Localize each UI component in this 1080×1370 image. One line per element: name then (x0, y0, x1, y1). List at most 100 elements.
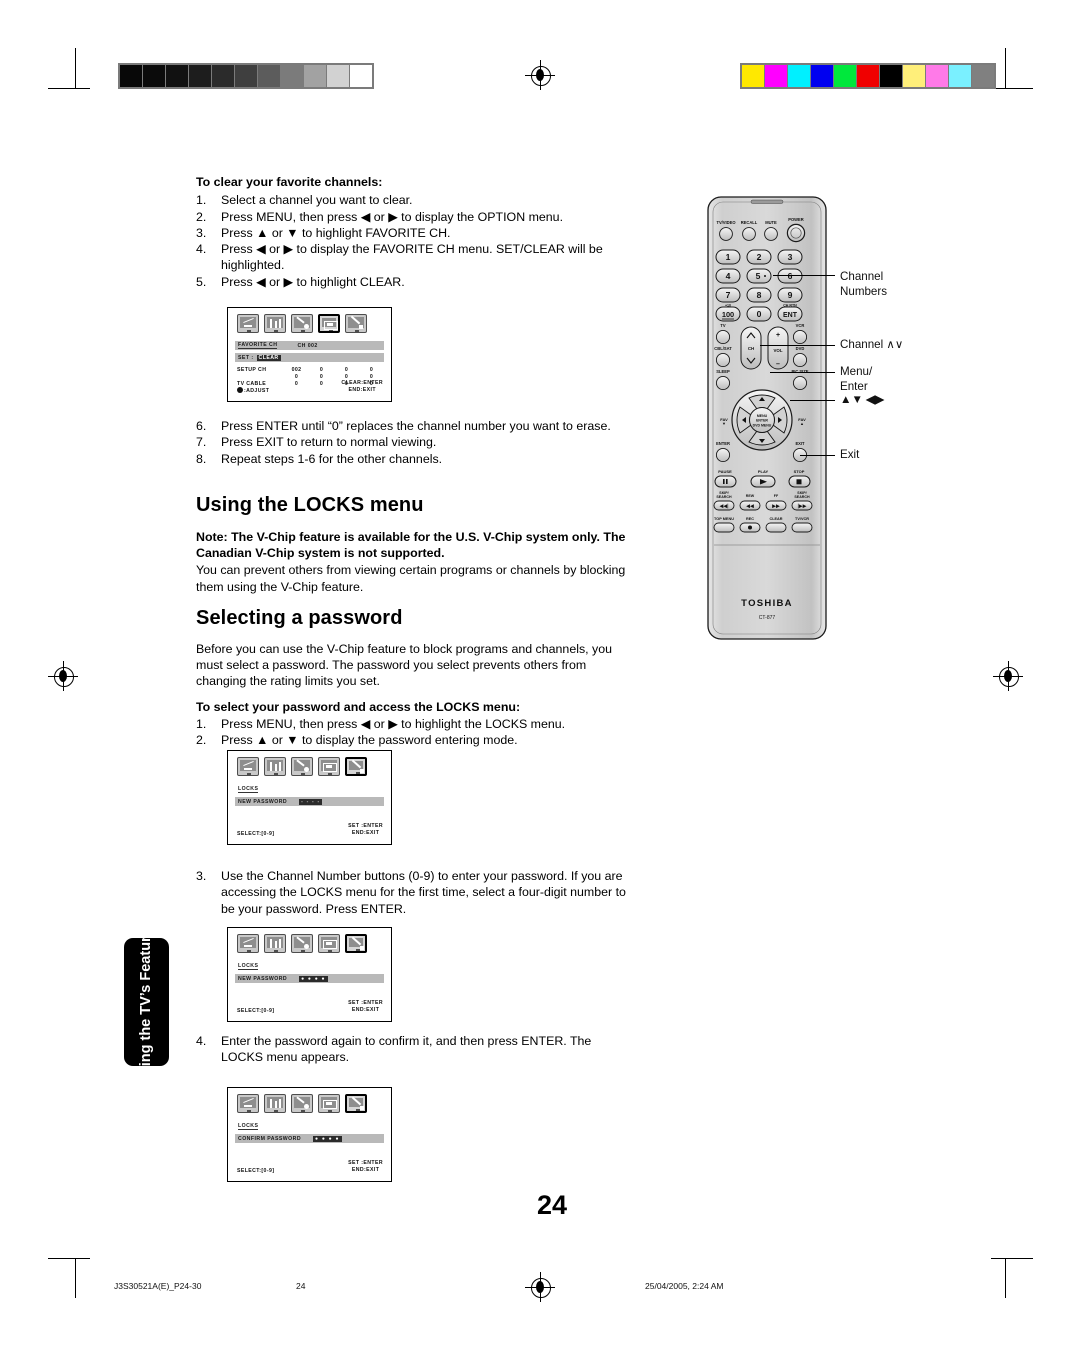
step-text: Press MENU, then press ◀ or ▶ to highlig… (221, 716, 566, 731)
step-number: 2. (196, 733, 207, 748)
svg-text:100: 100 (722, 310, 734, 319)
svg-text:RECALL: RECALL (741, 220, 758, 225)
osd-locks-confirm-password: LOCKS CONFIRM PASSWORD ● ● ● ● SELECT:[0… (227, 1087, 392, 1182)
picture-menu-icon[interactable] (237, 1094, 259, 1113)
step-number: 3. (196, 225, 207, 240)
osd-grid-label: SETUP CH (237, 367, 267, 373)
audio-menu-icon[interactable] (264, 934, 286, 953)
osd-hint-end: END:EXIT (351, 830, 380, 836)
password-step4: 4. Enter the password again to confirm it… (196, 1033, 626, 1066)
calibration-swatch (235, 65, 257, 87)
osd-title: LOCKS (238, 786, 259, 793)
svg-text:5: 5 (756, 271, 761, 281)
svg-text:CLEAR: CLEAR (769, 517, 782, 521)
picture-menu-icon[interactable] (237, 934, 259, 953)
osd-channel-tag: CH 002 (297, 342, 318, 349)
footer-page: 24 (296, 1281, 306, 1291)
svg-text:1: 1 (726, 252, 731, 262)
locks-section: Using the LOCKS menu Note: The V-Chip fe… (196, 494, 626, 595)
remote-brand: TOSHIBA (741, 598, 793, 609)
svg-text:STOP: STOP (794, 469, 805, 474)
setup-menu-icon[interactable] (291, 757, 313, 776)
calibration-swatch (327, 65, 349, 87)
osd-icon-row (228, 1088, 391, 1113)
svg-text:–: – (776, 361, 780, 368)
option-menu-icon[interactable] (318, 314, 340, 333)
callout-exit: Exit (840, 448, 860, 461)
svg-text:POWER: POWER (788, 217, 804, 222)
osd-hint-set: SET :ENTER (348, 823, 383, 829)
adjust-dot-icon (237, 387, 243, 393)
osd-select-hint: SELECT:[0-9] (237, 1008, 275, 1014)
calibration-swatch (880, 65, 902, 87)
crop-mark-tr-v (1005, 48, 1006, 88)
step-number: 2. (196, 209, 207, 224)
option-menu-icon[interactable] (318, 934, 340, 953)
setup-menu-icon[interactable] (291, 934, 313, 953)
picture-menu-icon[interactable] (237, 314, 259, 333)
color-calibration-bar (740, 63, 996, 89)
audio-menu-icon[interactable] (264, 1094, 286, 1113)
password-step4-block: 4. Enter the password again to confirm it… (196, 1033, 626, 1066)
calibration-swatch (350, 65, 372, 87)
locks-heading: Using the LOCKS menu (196, 494, 424, 516)
password-subheading: To select your password and access the L… (196, 699, 521, 714)
locks-menu-icon[interactable] (345, 757, 367, 776)
step-number: 3. (196, 869, 207, 883)
calibration-swatch (903, 65, 925, 87)
audio-menu-icon[interactable] (264, 314, 286, 333)
osd-password-field[interactable]: ● ● ● ● (299, 975, 328, 982)
osd-password-field[interactable]: - - - - (299, 798, 323, 805)
osd-grid-value: 0 (319, 367, 324, 373)
osd-favorite-ch: FAVORITE CH CH 002 SET : CLEAR SETUP CH 0… (227, 307, 392, 402)
remote-control-illustration: TV/VIDEO RECALL MUTE POWER 1 2 3 4 5 6 7 8 9 100… (704, 193, 830, 643)
osd-set-value[interactable]: CLEAR (256, 354, 281, 361)
osd-field-label: NEW PASSWORD (238, 975, 288, 982)
crop-mark-bl-v (75, 1258, 76, 1298)
leader-channel-numbers (773, 275, 835, 276)
option-menu-icon[interactable] (318, 1094, 340, 1113)
callout-channel-numbers: Channel Numbers (840, 270, 888, 298)
osd-hint-clear: CLEAR:ENTER (341, 380, 383, 386)
osd-hint-end: END:EXIT (351, 1007, 380, 1013)
audio-menu-icon[interactable] (264, 757, 286, 776)
picture-menu-icon[interactable] (237, 757, 259, 776)
osd-grid-value: 0 (344, 367, 349, 373)
osd-set-label: SET : (238, 354, 254, 361)
locks-menu-icon[interactable] (345, 934, 367, 953)
step-text: Press ENTER until “0” replaces the chann… (221, 419, 611, 433)
registration-mark-bottom (525, 1272, 555, 1302)
leader-menu-enter (770, 372, 835, 373)
svg-text:▲: ▲ (800, 421, 804, 426)
step-item: 1. Press MENU, then press ◀ or ▶ to highl… (196, 716, 626, 732)
calibration-swatch (143, 65, 165, 87)
crop-mark-tl-h (48, 88, 90, 89)
leader-exit (800, 455, 835, 456)
svg-text:PLAY: PLAY (758, 469, 769, 474)
step-item: 4. Enter the password again to confirm it… (196, 1033, 626, 1066)
leader-channel-ud (760, 345, 835, 346)
svg-text:MUTE: MUTE (765, 220, 777, 225)
osd-password-field[interactable]: ● ● ● ● (313, 1135, 342, 1142)
osd-locks-new-password-empty: LOCKS NEW PASSWORD - - - - SELECT:[0-9] … (227, 750, 392, 845)
step-number: 8. (196, 451, 207, 466)
clear-favorites-steps: 1. Select a channel you want to clear. 2. P… (196, 192, 626, 290)
setup-menu-icon[interactable] (291, 314, 313, 333)
locks-menu-icon[interactable] (345, 314, 367, 333)
step-text: Repeat steps 1-6 for the other channels. (221, 451, 443, 466)
option-menu-icon[interactable] (318, 757, 340, 776)
locks-menu-icon[interactable] (345, 1094, 367, 1113)
clear-favorites-steps-after-block: 6. Press ENTER until “0” replaces the cha… (196, 418, 626, 467)
osd-title-row: LOCKS (235, 962, 384, 971)
crop-mark-br-h (991, 1258, 1033, 1259)
password-heading: Selecting a password (196, 607, 403, 629)
setup-menu-icon[interactable] (291, 1094, 313, 1113)
calibration-swatch (857, 65, 879, 87)
step-text: Enter the password again to confirm it, … (221, 1034, 592, 1065)
svg-text:VOL: VOL (773, 348, 782, 353)
svg-text:TV: TV (720, 323, 726, 328)
svg-text:▶▶: ▶▶ (772, 504, 780, 510)
osd-icon-row (228, 308, 391, 333)
osd-password-row: CONFIRM PASSWORD ● ● ● ● (235, 1134, 384, 1143)
svg-text:CBL/SAT: CBL/SAT (714, 346, 732, 351)
